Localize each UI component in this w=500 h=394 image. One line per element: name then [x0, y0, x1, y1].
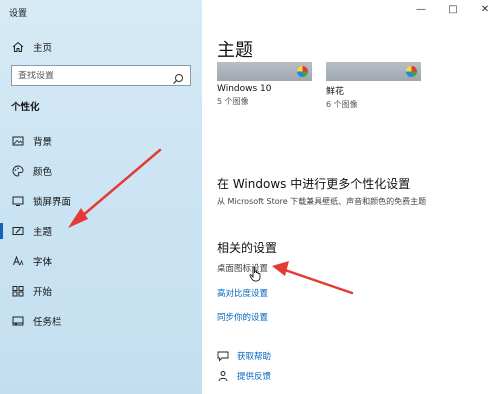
sidebar-item-label: 主题 — [33, 227, 53, 238]
sidebar-item-taskbar[interactable]: 任务栏 — [0, 309, 202, 333]
home-icon — [12, 41, 24, 53]
get-help-label: 获取帮助 — [237, 352, 272, 362]
settings-window: 设置 主页 个性化 背景 颜色 — [0, 0, 500, 394]
feedback-icon — [217, 370, 229, 382]
theme-brush-icon — [12, 225, 24, 237]
theme-card[interactable]: 鲜花 6 个图像 — [326, 62, 421, 110]
sidebar: 设置 主页 个性化 背景 颜色 — [0, 0, 202, 394]
sidebar-item-label: 主页 — [33, 43, 53, 54]
get-help-link[interactable]: 获取帮助 — [217, 350, 271, 362]
color-wheel-icon — [297, 66, 308, 77]
theme-thumbnail[interactable] — [326, 62, 421, 81]
color-wheel-icon — [406, 66, 417, 77]
theme-thumbnail[interactable] — [217, 62, 312, 81]
picture-icon — [12, 135, 24, 147]
sidebar-item-label: 锁屏界面 — [33, 197, 72, 208]
more-personalization-heading: 在 Windows 中进行更多个性化设置 — [217, 177, 411, 191]
high-contrast-settings-link[interactable]: 高对比度设置 — [217, 287, 268, 299]
theme-name: Windows 10 — [217, 84, 272, 94]
taskbar-icon — [12, 315, 24, 327]
app-title: 设置 — [9, 9, 28, 19]
sidebar-item-lock-screen[interactable]: 锁屏界面 — [0, 189, 202, 213]
sync-settings-link[interactable]: 同步你的设置 — [217, 311, 268, 323]
sidebar-item-start[interactable]: 开始 — [0, 279, 202, 303]
feedback-label: 提供反馈 — [237, 372, 272, 382]
sidebar-item-background[interactable]: 背景 — [0, 129, 202, 153]
theme-image-count: 5 个图像 — [217, 97, 249, 106]
feedback-link[interactable]: 提供反馈 — [217, 370, 271, 382]
page-title: 主题 — [217, 40, 253, 61]
palette-icon — [12, 165, 24, 177]
minimize-button[interactable]: — — [414, 3, 428, 15]
lock-screen-icon — [12, 195, 24, 207]
related-settings-heading: 相关的设置 — [217, 241, 278, 255]
close-button[interactable]: ✕ — [478, 3, 492, 15]
hand-cursor-icon — [249, 266, 261, 282]
sidebar-item-colors[interactable]: 颜色 — [0, 159, 202, 183]
maximize-button[interactable]: □ — [446, 3, 460, 15]
sidebar-item-home[interactable]: 主页 — [0, 35, 202, 59]
search-box[interactable] — [11, 65, 191, 86]
sidebar-item-themes[interactable]: 主题 — [0, 219, 202, 243]
sidebar-item-fonts[interactable]: 字体 — [0, 249, 202, 273]
store-link[interactable]: 从 Microsoft Store 下载兼具壁纸、声音和颜色的免费主题 — [217, 196, 426, 207]
section-heading: 个性化 — [11, 102, 40, 113]
sidebar-item-label: 开始 — [33, 287, 53, 298]
font-icon — [12, 255, 24, 267]
theme-name: 鲜花 — [326, 87, 345, 97]
sidebar-item-label: 字体 — [33, 257, 53, 268]
help-chat-icon — [217, 350, 229, 362]
search-icon[interactable] — [172, 70, 184, 84]
sidebar-item-label: 颜色 — [33, 167, 53, 178]
start-grid-icon — [12, 285, 24, 297]
window-controls: — □ ✕ — [414, 3, 492, 15]
content-pane: — □ ✕ 主题 Windows 10 5 个图像 鲜花 6 个图像 在 Win… — [202, 0, 500, 394]
sidebar-item-label: 任务栏 — [33, 317, 62, 328]
search-input[interactable] — [18, 70, 168, 81]
theme-image-count: 6 个图像 — [326, 100, 358, 109]
sidebar-item-label: 背景 — [33, 137, 53, 148]
theme-card[interactable]: Windows 10 5 个图像 — [217, 62, 312, 107]
